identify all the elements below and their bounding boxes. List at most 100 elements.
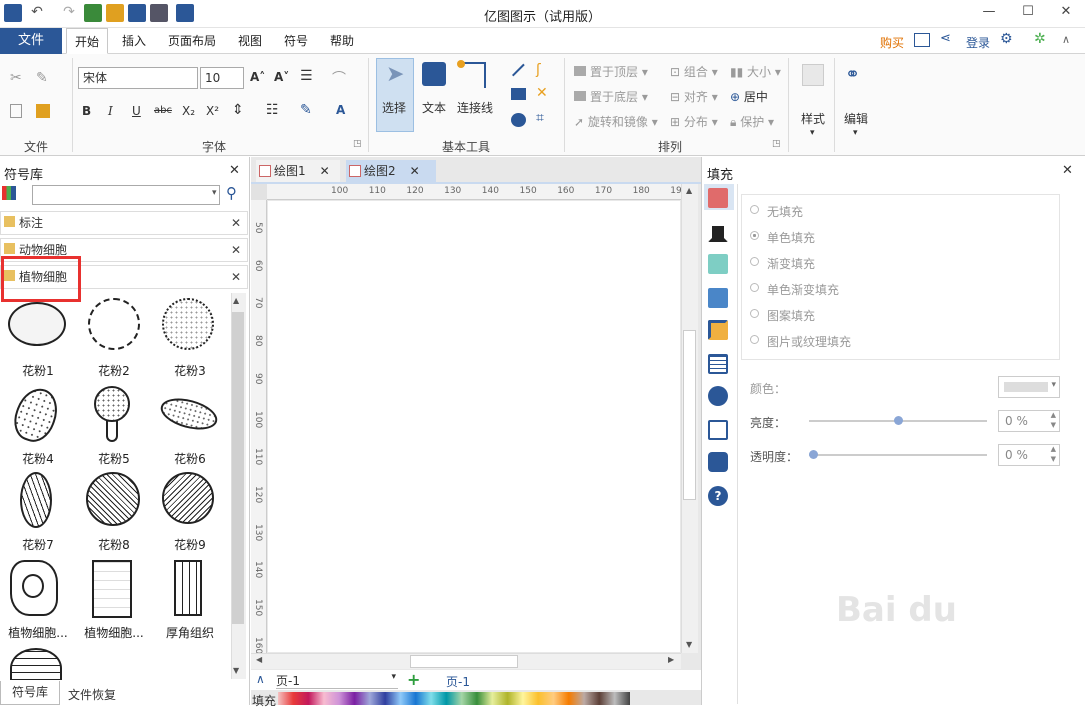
pollen-8-shape[interactable] <box>86 472 140 526</box>
pollen-5-shape[interactable] <box>94 386 130 422</box>
font-size-select[interactable]: 10 <box>200 67 244 89</box>
style-button[interactable]: 样式 <box>801 110 825 127</box>
cut-icon[interactable]: ✂ <box>10 70 22 86</box>
settings-icon[interactable]: ⚙ <box>1000 31 1013 47</box>
pollen-7-shape[interactable] <box>20 472 52 528</box>
arrange-dialog-launcher[interactable]: ◳ <box>772 139 781 149</box>
crop-tool-icon[interactable]: ⌗ <box>536 110 544 126</box>
page-select-dropdown-icon[interactable]: ▾ <box>391 672 396 682</box>
group-button[interactable]: ⊡ 组合 ▾ <box>670 63 718 80</box>
copy-icon[interactable] <box>10 104 22 118</box>
theme-icon[interactable]: ✲ <box>1034 31 1046 47</box>
document-icon[interactable] <box>708 354 728 374</box>
close-tab-icon[interactable]: ✕ <box>410 164 420 178</box>
pollen-2-shape[interactable] <box>88 298 140 350</box>
transparency-slider[interactable] <box>809 454 987 456</box>
bold-button[interactable]: B <box>82 104 91 118</box>
tab-home[interactable]: 开始 <box>66 28 108 54</box>
tissue-shape[interactable] <box>10 648 62 680</box>
share-icon[interactable]: ⋖ <box>940 31 951 46</box>
page-tab[interactable]: 页-1 <box>446 673 470 690</box>
text-curve-icon[interactable]: ⌒ <box>332 68 346 88</box>
align-button[interactable]: ⊟ 对齐 ▾ <box>670 88 718 105</box>
edit-button[interactable]: 编辑 <box>844 110 868 127</box>
tab-help[interactable]: 帮助 <box>322 28 362 54</box>
option-no-fill[interactable]: 无填充 <box>767 203 803 220</box>
close-tab-icon[interactable]: ✕ <box>320 164 330 178</box>
option-solid-fill[interactable]: 单色填充 <box>767 229 815 246</box>
shrink-font-icon[interactable]: A˅ <box>274 70 289 84</box>
style-dropdown-icon[interactable]: ▾ <box>810 128 815 138</box>
color-picker[interactable]: ▾ <box>998 376 1060 398</box>
shadow-icon[interactable] <box>708 254 728 274</box>
attachment-icon[interactable] <box>708 420 728 440</box>
font-name-select[interactable]: 宋体 <box>78 67 198 89</box>
maximize-button[interactable]: ☐ <box>1014 4 1042 19</box>
option-mono-gradient-fill[interactable]: 单色渐变填充 <box>767 281 839 298</box>
align-icon[interactable]: ☰ <box>300 68 313 84</box>
radio-no-fill[interactable] <box>750 205 759 214</box>
center-button[interactable]: ⊕ 居中 <box>730 88 768 105</box>
radio-mono-gradient-fill[interactable] <box>750 283 759 292</box>
style-icon[interactable] <box>802 64 824 86</box>
bullets-icon[interactable]: ☷ <box>266 102 279 118</box>
bring-to-front-button[interactable]: 置于顶层 ▾ <box>574 63 648 80</box>
option-gradient-fill[interactable]: 渐变填充 <box>767 255 815 272</box>
add-page-icon[interactable]: + <box>407 670 420 689</box>
close-category-icon[interactable]: ✕ <box>231 239 241 261</box>
canvas-vscroll-thumb[interactable] <box>683 330 696 500</box>
pollen-3-shape[interactable] <box>162 298 214 350</box>
underline-button[interactable]: U <box>132 104 141 118</box>
curve-tool-icon[interactable]: ʃ <box>536 62 541 78</box>
paste-icon[interactable] <box>36 104 50 118</box>
plant-cell-2-shape[interactable] <box>92 560 132 618</box>
scroll-up-icon[interactable]: ▲ <box>233 296 239 305</box>
drawing-page[interactable] <box>268 201 680 652</box>
subscript-button[interactable]: X₂ <box>182 104 195 118</box>
font-dialog-launcher[interactable]: ◳ <box>353 139 362 149</box>
tab-symbol-library[interactable]: 符号库 <box>0 681 60 705</box>
fill-bucket-icon[interactable] <box>708 188 728 208</box>
connector-tool-label[interactable]: 连接线 <box>457 99 493 116</box>
collenchyma-shape[interactable] <box>174 560 202 616</box>
size-button[interactable]: ▮▮ 大小 ▾ <box>730 63 781 80</box>
tab-symbol[interactable]: 符号 <box>276 28 316 54</box>
send-to-back-button[interactable]: 置于底层 ▾ <box>574 88 648 105</box>
library-category-icon[interactable] <box>2 186 16 200</box>
distribute-button[interactable]: ⊞ 分布 ▾ <box>670 113 718 130</box>
radio-texture-fill[interactable] <box>750 335 759 344</box>
buy-link[interactable]: 购买 <box>880 34 904 51</box>
binoculars-icon[interactable]: ⚭ <box>845 64 860 85</box>
option-pattern-fill[interactable]: 图案填充 <box>767 307 815 324</box>
search-icon[interactable]: ⚲ <box>226 184 237 202</box>
format-painter-icon[interactable]: ✎ <box>36 70 48 86</box>
scroll-down-icon[interactable]: ▼ <box>233 666 239 675</box>
text-tool-icon[interactable] <box>422 62 446 86</box>
cross-tool-icon[interactable]: ✕ <box>536 85 548 101</box>
category-callout[interactable]: 标注 ✕ <box>0 211 248 235</box>
search-dropdown-icon[interactable]: ▾ <box>212 188 217 198</box>
rotate-mirror-button[interactable]: ➚ 旋转和镜像 ▾ <box>574 113 658 130</box>
edit-dropdown-icon[interactable]: ▾ <box>853 128 858 138</box>
color-palette[interactable] <box>278 692 630 705</box>
tab-insert[interactable]: 插入 <box>114 28 154 54</box>
line-spacing-icon[interactable]: ⇕ <box>232 102 244 118</box>
close-category-icon[interactable]: ✕ <box>231 212 241 234</box>
font-color-icon[interactable]: A <box>336 103 345 117</box>
file-menu[interactable]: 文件 <box>0 28 62 54</box>
help-icon[interactable]: ? <box>708 486 728 506</box>
brightness-slider-thumb[interactable] <box>894 416 903 425</box>
minimize-button[interactable]: — <box>975 4 1003 19</box>
tab-drawing-1[interactable]: 绘图1 ✕ <box>256 160 340 182</box>
share-screen-icon[interactable] <box>914 33 930 47</box>
superscript-button[interactable]: X² <box>206 104 219 118</box>
transparency-input[interactable]: 0 % ▲ ▼ <box>998 444 1060 466</box>
italic-button[interactable]: I <box>108 104 113 118</box>
globe-icon[interactable] <box>708 386 728 406</box>
radio-solid-fill[interactable] <box>750 231 759 240</box>
line-pen-icon[interactable] <box>708 222 728 242</box>
library-scroll-thumb[interactable] <box>232 312 244 624</box>
pollen-9-shape[interactable] <box>162 472 214 524</box>
scroll-right-icon[interactable]: ▶ <box>668 655 674 664</box>
transparency-slider-thumb[interactable] <box>809 450 818 459</box>
